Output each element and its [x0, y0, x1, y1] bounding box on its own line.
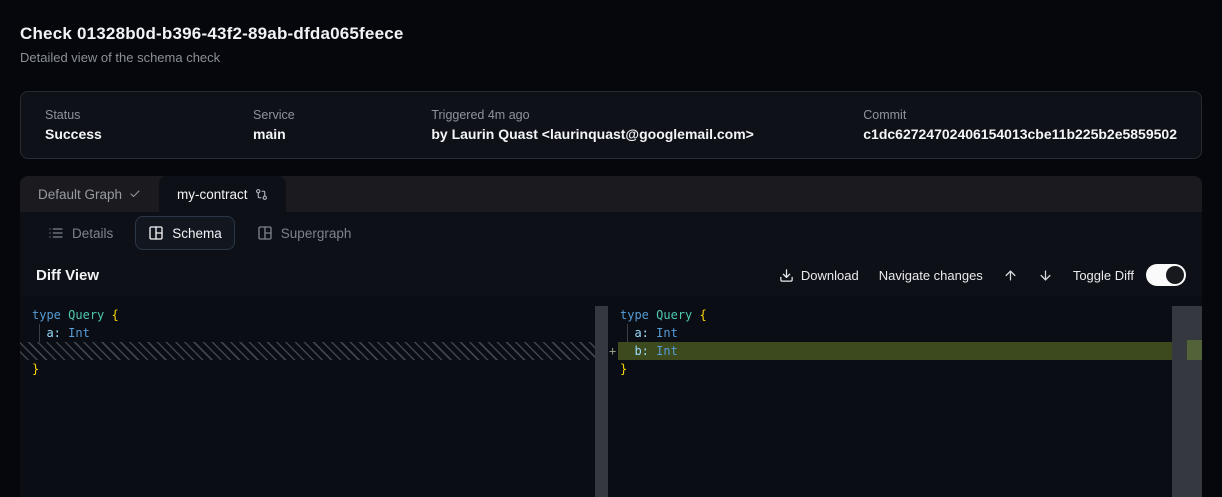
- status-value: Success: [45, 126, 253, 142]
- scrollbar-slider[interactable]: [1172, 306, 1202, 497]
- code-line-code: type Query {: [608, 306, 1172, 324]
- diff-view-title: Diff View: [36, 267, 99, 284]
- check-panel: Details Schema Supergraph Diff View: [20, 212, 1202, 497]
- diff-editor: type Query { a: Int} type Query { a: Int…: [20, 296, 1202, 497]
- tab-default-graph[interactable]: Default Graph: [20, 176, 159, 212]
- view-tabs: Details Schema Supergraph: [20, 212, 1202, 254]
- download-icon: [779, 268, 794, 283]
- code-line-added: + b: Int: [608, 342, 1172, 360]
- git-compare-icon: [255, 188, 268, 201]
- tab-supergraph-label: Supergraph: [281, 226, 352, 241]
- code-line-code: a: Int: [20, 324, 595, 342]
- navigate-changes-label: Navigate changes: [879, 268, 983, 283]
- diff-toolbar: Diff View Download Navigate changes: [20, 254, 1202, 296]
- previous-change-button[interactable]: [1003, 268, 1018, 283]
- my-contract-label: my-contract: [177, 187, 248, 202]
- right-scrollbar[interactable]: [1172, 296, 1202, 497]
- next-change-button[interactable]: [1038, 268, 1053, 283]
- status-label: Status: [45, 108, 253, 122]
- tab-details-label: Details: [72, 226, 113, 241]
- arrow-down-icon: [1038, 268, 1053, 283]
- check-icon: [129, 188, 141, 200]
- tab-details[interactable]: Details: [36, 217, 125, 249]
- code-line-hatch: [20, 342, 595, 360]
- triggered-value: by Laurin Quast <laurinquast@googlemail.…: [431, 126, 863, 142]
- toggle-thumb: [1166, 266, 1184, 284]
- panels-icon: [257, 225, 273, 241]
- triggered-field: Triggered 4m ago by Laurin Quast <laurin…: [431, 108, 863, 142]
- tab-my-contract[interactable]: my-contract: [159, 176, 286, 212]
- commit-field: Commit c1dc62724702406154013cbe11b225b2e…: [863, 108, 1177, 142]
- scrollbar-slider[interactable]: [595, 306, 608, 497]
- triggered-label: Triggered 4m ago: [431, 108, 863, 122]
- diff-pane-before[interactable]: type Query { a: Int}: [20, 296, 595, 497]
- code-line-code: a: Int: [608, 324, 1172, 342]
- overview-diff-marker: [1187, 340, 1202, 360]
- page-title: Check 01328b0d-b396-43f2-89ab-dfda065fee…: [20, 24, 1202, 44]
- schema-check-page: Check 01328b0d-b396-43f2-89ab-dfda065fee…: [20, 0, 1202, 497]
- arrow-up-icon: [1003, 268, 1018, 283]
- default-graph-label: Default Graph: [38, 187, 122, 202]
- page-subtitle: Detailed view of the schema check: [20, 50, 1202, 65]
- toggle-diff-label: Toggle Diff: [1073, 268, 1134, 283]
- service-field: Service main: [253, 108, 431, 142]
- download-button[interactable]: Download: [779, 268, 859, 283]
- toggle-diff-switch[interactable]: [1146, 264, 1186, 286]
- contract-tabs: Default Graph my-contract: [20, 176, 1202, 212]
- added-line-plus-sign: +: [609, 342, 619, 360]
- page-header: Check 01328b0d-b396-43f2-89ab-dfda065fee…: [20, 0, 1202, 65]
- left-scrollbar[interactable]: [595, 296, 608, 497]
- service-label: Service: [253, 108, 431, 122]
- list-icon: [48, 225, 64, 241]
- code-line-code: }: [608, 360, 1172, 378]
- status-card: Status Success Service main Triggered 4m…: [20, 91, 1202, 159]
- service-value: main: [253, 126, 431, 142]
- download-label: Download: [801, 268, 859, 283]
- status-field: Status Success: [45, 108, 253, 142]
- commit-label: Commit: [863, 108, 1177, 122]
- commit-value: c1dc62724702406154013cbe11b225b2e5859502: [863, 126, 1177, 142]
- diff-pane-after[interactable]: type Query { a: Int+ b: Int}: [608, 296, 1172, 497]
- tab-schema[interactable]: Schema: [135, 216, 235, 250]
- tab-supergraph[interactable]: Supergraph: [245, 217, 364, 249]
- tab-schema-label: Schema: [172, 226, 222, 241]
- code-line-code: }: [20, 360, 595, 378]
- code-line-code: type Query {: [20, 306, 595, 324]
- panels-icon: [148, 225, 164, 241]
